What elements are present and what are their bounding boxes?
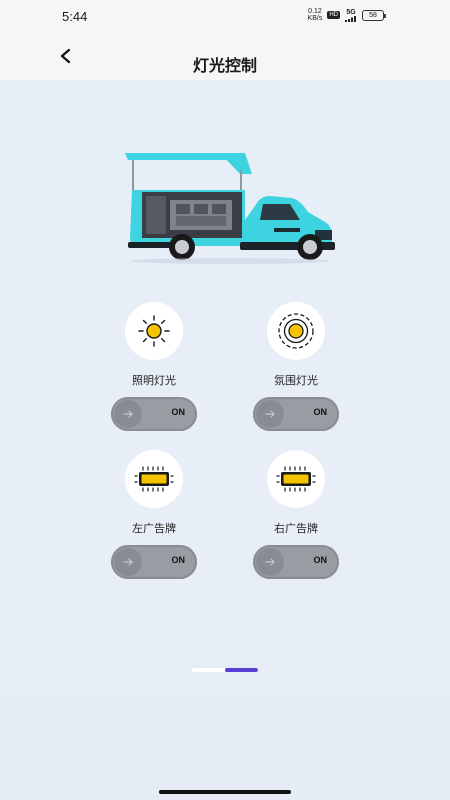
- page-indicator: [192, 668, 258, 672]
- right-billboard-toggle[interactable]: ON: [253, 545, 339, 579]
- hd-icon: HD: [327, 11, 340, 19]
- page-indicator-active: [225, 668, 258, 672]
- light-label: 氛围灯光: [274, 374, 318, 387]
- toggle-state: ON: [171, 407, 186, 417]
- billboard-icon-container: [267, 450, 325, 508]
- sun-icon: [138, 315, 170, 347]
- main-content: 照明灯光 ON 氛围灯光 ON 左广告牌 ON 右广告牌 ON: [0, 80, 450, 800]
- signal-icon: 5G: [345, 9, 357, 22]
- light-control-lighting: 照明灯光 ON: [109, 302, 199, 431]
- arrow-right-icon: [265, 558, 275, 566]
- toggle-state: ON: [171, 555, 186, 565]
- toggle-knob: [114, 548, 142, 576]
- toggle-knob: [114, 400, 142, 428]
- sun-icon-container: [125, 302, 183, 360]
- light-label: 照明灯光: [132, 374, 176, 387]
- status-time: 5:44: [62, 9, 88, 24]
- header: 灯光控制: [0, 32, 450, 80]
- home-indicator[interactable]: [159, 790, 291, 794]
- light-label: 左广告牌: [132, 522, 176, 535]
- toggle-state: ON: [313, 407, 328, 417]
- ambient-toggle[interactable]: ON: [253, 397, 339, 431]
- toggle-knob: [256, 400, 284, 428]
- light-label: 右广告牌: [274, 522, 318, 535]
- billboard-icon: [134, 466, 174, 492]
- status-bar: 5:44 0.12 KB/s HD 5G 58: [0, 0, 450, 32]
- vehicle-image: [125, 153, 335, 264]
- arrow-right-icon: [123, 558, 133, 566]
- toggle-state: ON: [313, 555, 328, 565]
- ambient-icon-container: [267, 302, 325, 360]
- light-control-right-billboard: 右广告牌 ON: [251, 450, 341, 579]
- light-control-ambient: 氛围灯光 ON: [251, 302, 341, 431]
- light-control-left-billboard: 左广告牌 ON: [109, 450, 199, 579]
- left-billboard-toggle[interactable]: ON: [111, 545, 197, 579]
- lighting-toggle[interactable]: ON: [111, 397, 197, 431]
- toggle-knob: [256, 548, 284, 576]
- billboard-icon-container: [125, 450, 183, 508]
- status-icons: 0.12 KB/s HD 5G 58: [307, 8, 386, 22]
- ambient-light-icon: [278, 313, 314, 349]
- arrow-right-icon: [123, 410, 133, 418]
- network-speed: 0.12 KB/s: [307, 8, 323, 22]
- battery-icon: 58: [362, 9, 386, 21]
- arrow-right-icon: [265, 410, 275, 418]
- page-title: 灯光控制: [192, 56, 257, 75]
- billboard-icon: [276, 466, 316, 492]
